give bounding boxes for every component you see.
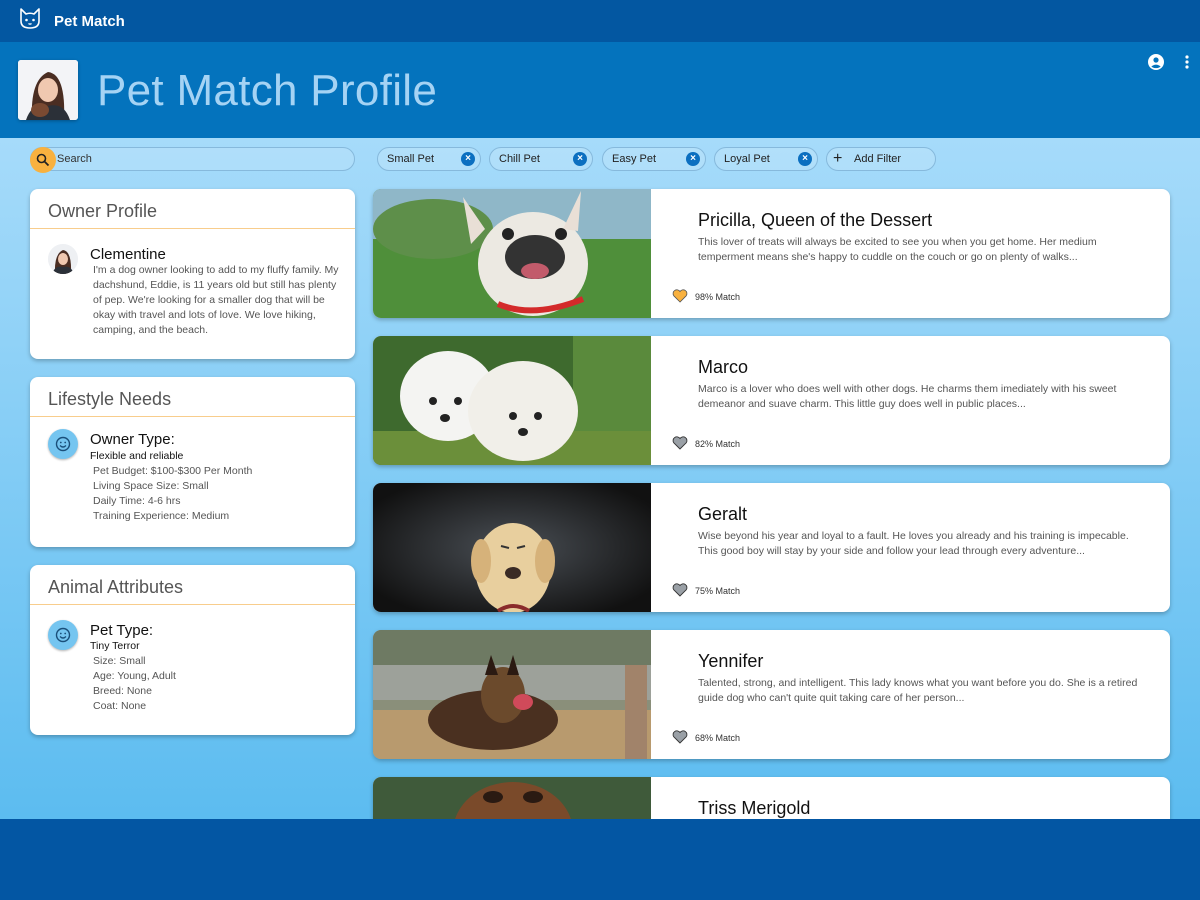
pet-description: Talented, strong, and intelligent. This … xyxy=(698,677,1138,704)
owner-name: Clementine xyxy=(90,246,166,263)
pet-card[interactable]: Yennifer Talented, strong, and intellige… xyxy=(373,630,1170,759)
heart-icon[interactable] xyxy=(672,436,688,455)
pet-description: Marco is a lover who does well with othe… xyxy=(698,383,1117,410)
cat-logo-icon xyxy=(18,7,42,36)
smile-icon[interactable] xyxy=(48,429,78,459)
heart-icon[interactable] xyxy=(672,730,688,749)
pet-type-value: Tiny Terror xyxy=(90,640,140,652)
pet-card[interactable]: Marco Marco is a lover who does well wit… xyxy=(373,336,1170,465)
account-icon[interactable] xyxy=(1148,54,1164,75)
filter-chip-easy-pet[interactable]: Easy Pet × xyxy=(602,147,706,171)
pet-photo[interactable] xyxy=(373,777,651,819)
main-content: Search Small Pet × Chill Pet × Easy Pet … xyxy=(0,138,1200,819)
detail-line: Living Space Size: Small xyxy=(93,480,209,492)
owner-bio: I'm a dog owner looking to add to my flu… xyxy=(93,264,339,336)
more-vert-icon[interactable] xyxy=(1184,54,1190,75)
attribute-details: Size: Small Age: Young, Adult Breed: Non… xyxy=(93,654,176,714)
pet-description: This lover of treats will always be exci… xyxy=(698,236,1097,263)
remove-chip-icon[interactable]: × xyxy=(686,152,700,166)
pet-photo[interactable] xyxy=(373,483,651,612)
animal-attributes-card: Animal Attributes Pet Type: Tiny Terror … xyxy=(30,565,355,735)
card-title: Owner Profile xyxy=(48,201,158,221)
filter-chip-small-pet[interactable]: Small Pet × xyxy=(377,147,481,171)
pet-photo[interactable] xyxy=(373,189,651,318)
pet-name: Pricilla, Queen of the Dessert xyxy=(698,210,933,230)
add-filter-label: Add Filter xyxy=(854,153,902,165)
detail-line: Age: Young, Adult xyxy=(93,670,176,682)
pet-name: Geralt xyxy=(698,504,748,524)
match-percent: 75% Match xyxy=(695,586,741,596)
match-percent: 98% Match xyxy=(695,292,741,302)
match-percent: 82% Match xyxy=(695,439,741,449)
detail-line: Breed: None xyxy=(93,685,152,697)
heart-icon[interactable] xyxy=(672,583,688,602)
card-title: Animal Attributes xyxy=(48,577,184,597)
pet-card[interactable]: Triss Merigold xyxy=(373,777,1170,819)
remove-chip-icon[interactable]: × xyxy=(798,152,812,166)
pet-name: Triss Merigold xyxy=(698,798,811,818)
owner-profile-card: Owner Profile Clementine I'm a dog owner… xyxy=(30,189,355,359)
bottom-bar xyxy=(0,819,1200,900)
owner-type-value: Flexible and reliable xyxy=(90,450,184,462)
card-title: Lifestyle Needs xyxy=(48,389,172,409)
owner-small-avatar xyxy=(48,244,78,274)
app-bar: Pet Match xyxy=(0,0,1200,42)
chip-label: Easy Pet xyxy=(612,153,657,165)
detail-line: Coat: None xyxy=(93,700,147,712)
pet-card[interactable]: Pricilla, Queen of the Dessert This love… xyxy=(373,189,1170,318)
filter-chip-loyal-pet[interactable]: Loyal Pet × xyxy=(714,147,818,171)
pet-type-heading: Pet Type: xyxy=(90,622,154,639)
search-icon[interactable] xyxy=(30,147,56,173)
lifestyle-details: Pet Budget: $100-$300 Per Month Living S… xyxy=(93,464,252,524)
remove-chip-icon[interactable]: × xyxy=(461,152,475,166)
heart-icon[interactable] xyxy=(672,289,688,308)
match-percent: 68% Match xyxy=(695,733,741,743)
detail-line: Training Experience: Medium xyxy=(93,510,230,522)
app-title: Pet Match xyxy=(54,12,125,30)
pet-card[interactable]: Geralt Wise beyond his year and loyal to… xyxy=(373,483,1170,612)
search-placeholder: Search xyxy=(57,153,92,165)
pet-description: Wise beyond his year and loyal to a faul… xyxy=(698,530,1129,557)
profile-header: Pet Match Profile xyxy=(0,42,1200,138)
search-input[interactable]: Search xyxy=(30,147,355,173)
page-title: Pet Match Profile xyxy=(97,66,438,115)
pet-name: Marco xyxy=(698,357,749,377)
chip-label: Loyal Pet xyxy=(724,153,770,165)
owner-type-heading: Owner Type: xyxy=(90,431,175,448)
pet-name: Yennifer xyxy=(698,651,764,671)
remove-chip-icon[interactable]: × xyxy=(573,152,587,166)
filter-chip-chill-pet[interactable]: Chill Pet × xyxy=(489,147,593,171)
detail-line: Pet Budget: $100-$300 Per Month xyxy=(93,465,253,477)
plus-icon: + xyxy=(833,150,843,167)
smile-icon[interactable] xyxy=(48,620,78,650)
add-filter-button[interactable]: + Add Filter xyxy=(826,147,936,171)
divider xyxy=(30,416,355,417)
lifestyle-needs-card: Lifestyle Needs Owner Type: Flexible and… xyxy=(30,377,355,547)
chip-label: Chill Pet xyxy=(499,153,540,165)
divider xyxy=(30,228,355,229)
owner-avatar[interactable] xyxy=(18,60,78,120)
divider xyxy=(30,604,355,605)
pet-photo[interactable] xyxy=(373,630,651,759)
detail-line: Daily Time: 4-6 hrs xyxy=(93,495,181,507)
detail-line: Size: Small xyxy=(93,655,146,667)
chip-label: Small Pet xyxy=(387,153,435,165)
pet-photo[interactable] xyxy=(373,336,651,465)
